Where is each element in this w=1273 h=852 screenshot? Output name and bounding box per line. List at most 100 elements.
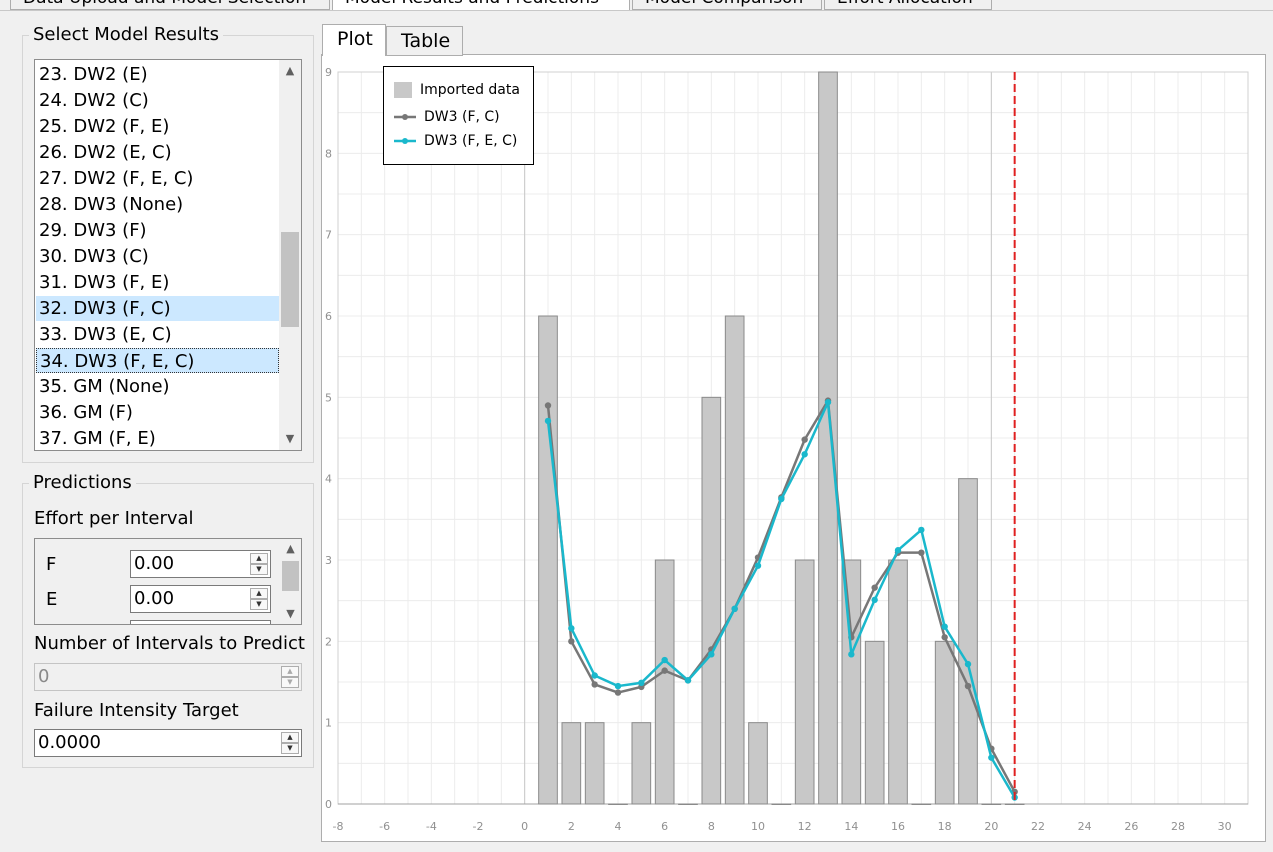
model-results-title: Select Model Results: [33, 24, 220, 45]
scroll-up-icon[interactable]: ▲: [280, 539, 301, 559]
series-point: [894, 547, 902, 554]
series-point: [871, 584, 878, 591]
y-tick-label: 0: [325, 798, 332, 811]
x-tick-label: -4: [426, 820, 437, 833]
y-tick-label: 5: [325, 391, 332, 404]
spin-down-icon[interactable]: ▼: [250, 564, 268, 575]
model-list-item[interactable]: 24. DW2 (C): [36, 88, 279, 113]
x-tick-label: 30: [1218, 820, 1232, 833]
effort-e-spinbox[interactable]: 0.00 ▲ ▼: [130, 585, 271, 613]
model-list-item[interactable]: 30. DW3 (C): [36, 244, 279, 269]
y-tick-label: 7: [325, 229, 332, 242]
data-bar: [654, 559, 675, 805]
model-list-item[interactable]: 27. DW2 (F, E, C): [36, 166, 279, 191]
model-list-item[interactable]: 26. DW2 (E, C): [36, 140, 279, 165]
spin-down-icon[interactable]: ▼: [281, 743, 299, 754]
series-point: [614, 682, 622, 690]
series-point: [754, 562, 762, 569]
y-tick-label: 1: [325, 717, 332, 730]
x-tick-label: 14: [844, 820, 858, 833]
series-point: [568, 625, 575, 632]
effort-scrollbar[interactable]: ▲ ▼: [280, 539, 301, 624]
intervals-spinbox: 0 ▲ ▼: [34, 663, 302, 691]
tab-model-comparison[interactable]: Model Comparison: [632, 0, 822, 10]
x-tick-label: 2: [568, 820, 575, 833]
legend-label: Imported data: [420, 82, 520, 98]
legend-swatch-series1: [394, 114, 416, 120]
y-tick-label: 8: [325, 147, 332, 160]
x-tick-label: 24: [1078, 820, 1092, 833]
effort-f-spinbox[interactable]: 0.00 ▲ ▼: [130, 550, 271, 578]
model-list-item[interactable]: 34. DW3 (F, E, C): [36, 348, 279, 373]
series-point: [568, 638, 575, 645]
x-tick-label: 0: [521, 820, 528, 833]
tab-model-results[interactable]: Model Results and Predictions: [332, 0, 630, 10]
legend-entry-series2: DW3 (F, E, C): [394, 132, 517, 150]
model-list-item[interactable]: 33. DW3 (E, C): [36, 322, 279, 347]
y-tick-label: 2: [325, 635, 332, 648]
tab-data-upload[interactable]: Data Upload and Model Selection: [10, 0, 330, 10]
series-point: [708, 651, 715, 658]
x-tick-label: 4: [615, 820, 622, 833]
spin-up-icon[interactable]: ▲: [281, 732, 299, 743]
model-list-item[interactable]: 35. GM (None): [36, 374, 279, 399]
model-list-item[interactable]: 28. DW3 (None): [36, 192, 279, 217]
x-tick-label: 16: [891, 820, 905, 833]
series-point: [591, 672, 598, 679]
list-scrollbar[interactable]: ▲ ▼: [279, 60, 301, 450]
tab-plot[interactable]: Plot: [322, 24, 386, 56]
scroll-up-icon[interactable]: ▲: [279, 60, 301, 82]
x-tick-label: 20: [984, 820, 998, 833]
intensity-target-spinbox[interactable]: 0.0000 ▲ ▼: [34, 729, 302, 757]
x-tick-label: -2: [473, 820, 484, 833]
scroll-thumb[interactable]: [282, 561, 299, 591]
scroll-thumb[interactable]: [281, 232, 299, 327]
legend-entry-imported: Imported data: [394, 81, 520, 99]
series-point: [591, 681, 598, 688]
model-list-item[interactable]: 29. DW3 (F): [36, 218, 279, 243]
spin-down-icon[interactable]: ▼: [250, 599, 268, 610]
model-list-item[interactable]: 36. GM (F): [36, 400, 279, 425]
data-bar: [1004, 803, 1025, 805]
model-list-item[interactable]: 37. GM (F, E): [36, 426, 279, 450]
tab-effort-allocation[interactable]: Effort Allocation: [824, 0, 992, 10]
legend-entry-series1: DW3 (F, C): [394, 108, 500, 126]
series-point: [544, 417, 552, 425]
data-bar: [748, 722, 768, 805]
data-bar: [771, 803, 792, 805]
series-point: [918, 549, 925, 556]
spin-up-icon[interactable]: ▲: [250, 553, 268, 564]
effort-name-f: F: [46, 554, 57, 575]
main-tab-bar: Data Upload and Model Selection Model Re…: [0, 0, 1273, 10]
data-bar: [981, 803, 1002, 805]
scroll-down-icon[interactable]: ▼: [280, 604, 301, 624]
tab-table[interactable]: Table: [386, 26, 463, 56]
series-point: [941, 623, 948, 630]
series-point: [848, 651, 855, 658]
x-tick-label: 26: [1124, 820, 1138, 833]
x-tick-label: 22: [1031, 820, 1045, 833]
series-point: [988, 754, 995, 761]
model-list-item[interactable]: 23. DW2 (E): [36, 62, 279, 87]
x-tick-label: 28: [1171, 820, 1185, 833]
series-point: [918, 526, 925, 534]
effort-next-spinbox[interactable]: [130, 620, 271, 624]
spin-down-icon: ▼: [281, 677, 299, 688]
series-point: [801, 436, 808, 443]
data-bar: [561, 722, 582, 805]
data-bar: [724, 315, 745, 805]
model-list-item[interactable]: 25. DW2 (F, E): [36, 114, 279, 139]
series-point: [544, 402, 552, 409]
data-bar: [608, 803, 628, 805]
model-list-item[interactable]: 32. DW3 (F, C): [36, 296, 279, 321]
results-chart: -8 -6 -4 -2 0 2 4 6 8 10 12 14 16 18 20 22 24 26 28 3001234…: [325, 66, 1249, 833]
effort-f-value: 0.00: [134, 553, 175, 574]
series-point: [801, 451, 808, 458]
model-results-list[interactable]: 23. DW2 (E) 24. DW2 (C) 25. DW2 (F, E) 26. …: [34, 59, 302, 451]
scroll-down-icon[interactable]: ▼: [279, 428, 301, 450]
legend-swatch-series2: [394, 138, 416, 144]
predictions-title: Predictions: [33, 472, 132, 493]
spin-up-icon[interactable]: ▲: [250, 588, 268, 599]
legend-swatch-bar: [394, 82, 412, 98]
model-list-item[interactable]: 31. DW3 (F, E): [36, 270, 279, 295]
